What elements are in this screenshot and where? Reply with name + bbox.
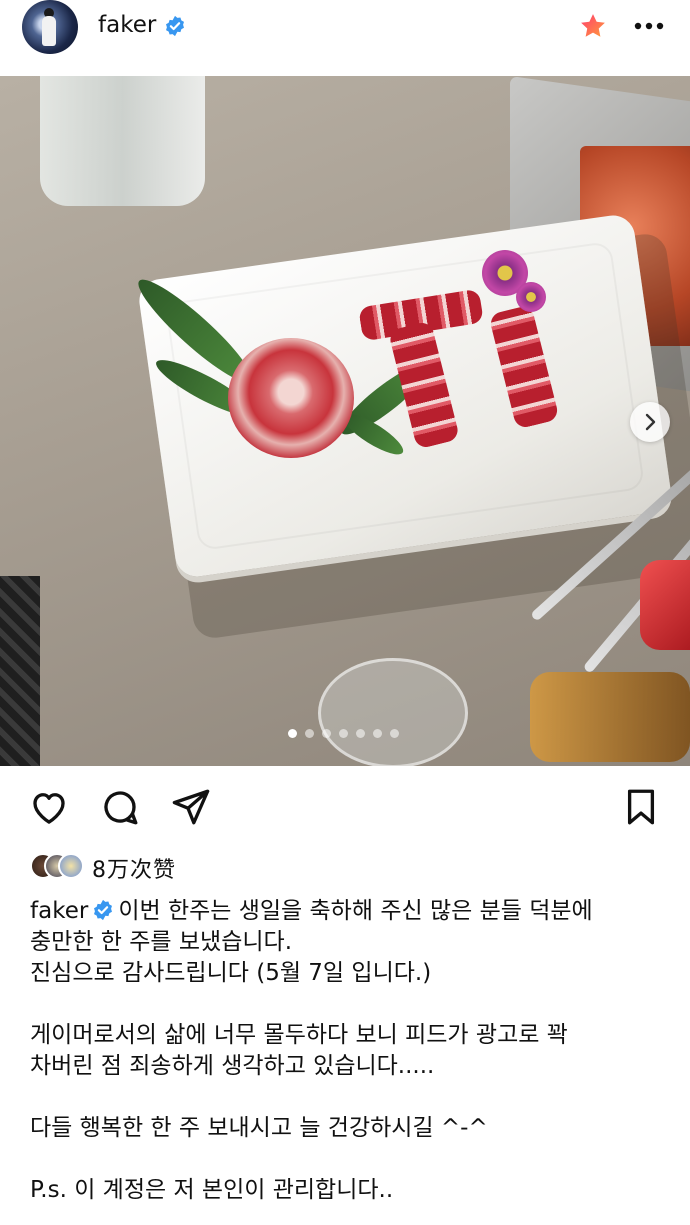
carousel-dot-7[interactable] — [390, 729, 399, 738]
caption-line-3: 진심으로 감사드립니다 (5월 7일 입니다.) — [30, 960, 432, 986]
caption-line-1: faker 이번 한주는 생일을 축하해 주신 많은 분들 덕분에 — [30, 896, 670, 927]
post-header: faker — [0, 0, 690, 76]
carousel-dots — [288, 729, 399, 739]
username[interactable]: faker — [98, 12, 156, 38]
verified-badge-icon — [94, 899, 113, 921]
caption-username[interactable]: faker — [30, 898, 88, 924]
avatar-figure-body — [42, 16, 56, 46]
photo-flower-small — [516, 282, 546, 312]
photo-can — [640, 560, 690, 650]
caption-line-2: 충만한 한 주를 보냈습니다. — [30, 929, 293, 955]
carousel-dot-1[interactable] — [288, 729, 297, 738]
post-photo[interactable] — [0, 76, 690, 766]
caption-text: 이번 한주는 생일을 축하해 주신 많은 분들 덕분에 — [118, 898, 593, 924]
photo-floor — [0, 576, 40, 766]
more-icon[interactable] — [632, 12, 666, 40]
avatar[interactable] — [22, 0, 78, 54]
carousel-dot-3[interactable] — [322, 729, 331, 738]
share-icon[interactable] — [170, 786, 212, 828]
liker-avatar — [58, 853, 84, 879]
star-icon[interactable] — [578, 11, 608, 41]
caption-line-5: 게이머로서의 삶에 너무 몰두하다 보니 피드가 광고로 꽉 — [30, 1022, 568, 1048]
photo-beer-glass — [530, 672, 690, 762]
comment-icon[interactable] — [99, 786, 141, 828]
photo-pitcher — [40, 76, 205, 206]
photo-glass — [318, 658, 468, 766]
post-caption: faker 이번 한주는 생일을 축하해 주신 많은 분들 덕분에 충만한 한 주… — [30, 896, 670, 1206]
caption-line-10: P.s. 이 계정은 저 본인이 관리합니다.. — [30, 1177, 394, 1203]
carousel-dot-6[interactable] — [373, 729, 382, 738]
carousel-dot-4[interactable] — [339, 729, 348, 738]
likes-count[interactable]: 8万次赞 — [92, 852, 176, 884]
carousel-dot-2[interactable] — [305, 729, 314, 738]
photo-meat-rose — [228, 338, 354, 458]
likers-avatars[interactable] — [30, 853, 90, 879]
caption-line-8: 다들 행복한 한 주 보내시고 늘 건강하시길 ^-^ — [30, 1115, 488, 1141]
caption-line-6: 차버린 점 죄송하게 생각하고 있습니다..... — [30, 1053, 435, 1079]
carousel-dot-5[interactable] — [356, 729, 365, 738]
chevron-right-icon[interactable] — [630, 402, 670, 442]
bookmark-icon[interactable] — [620, 786, 662, 828]
heart-icon[interactable] — [28, 786, 70, 828]
verified-badge-icon — [166, 15, 184, 37]
